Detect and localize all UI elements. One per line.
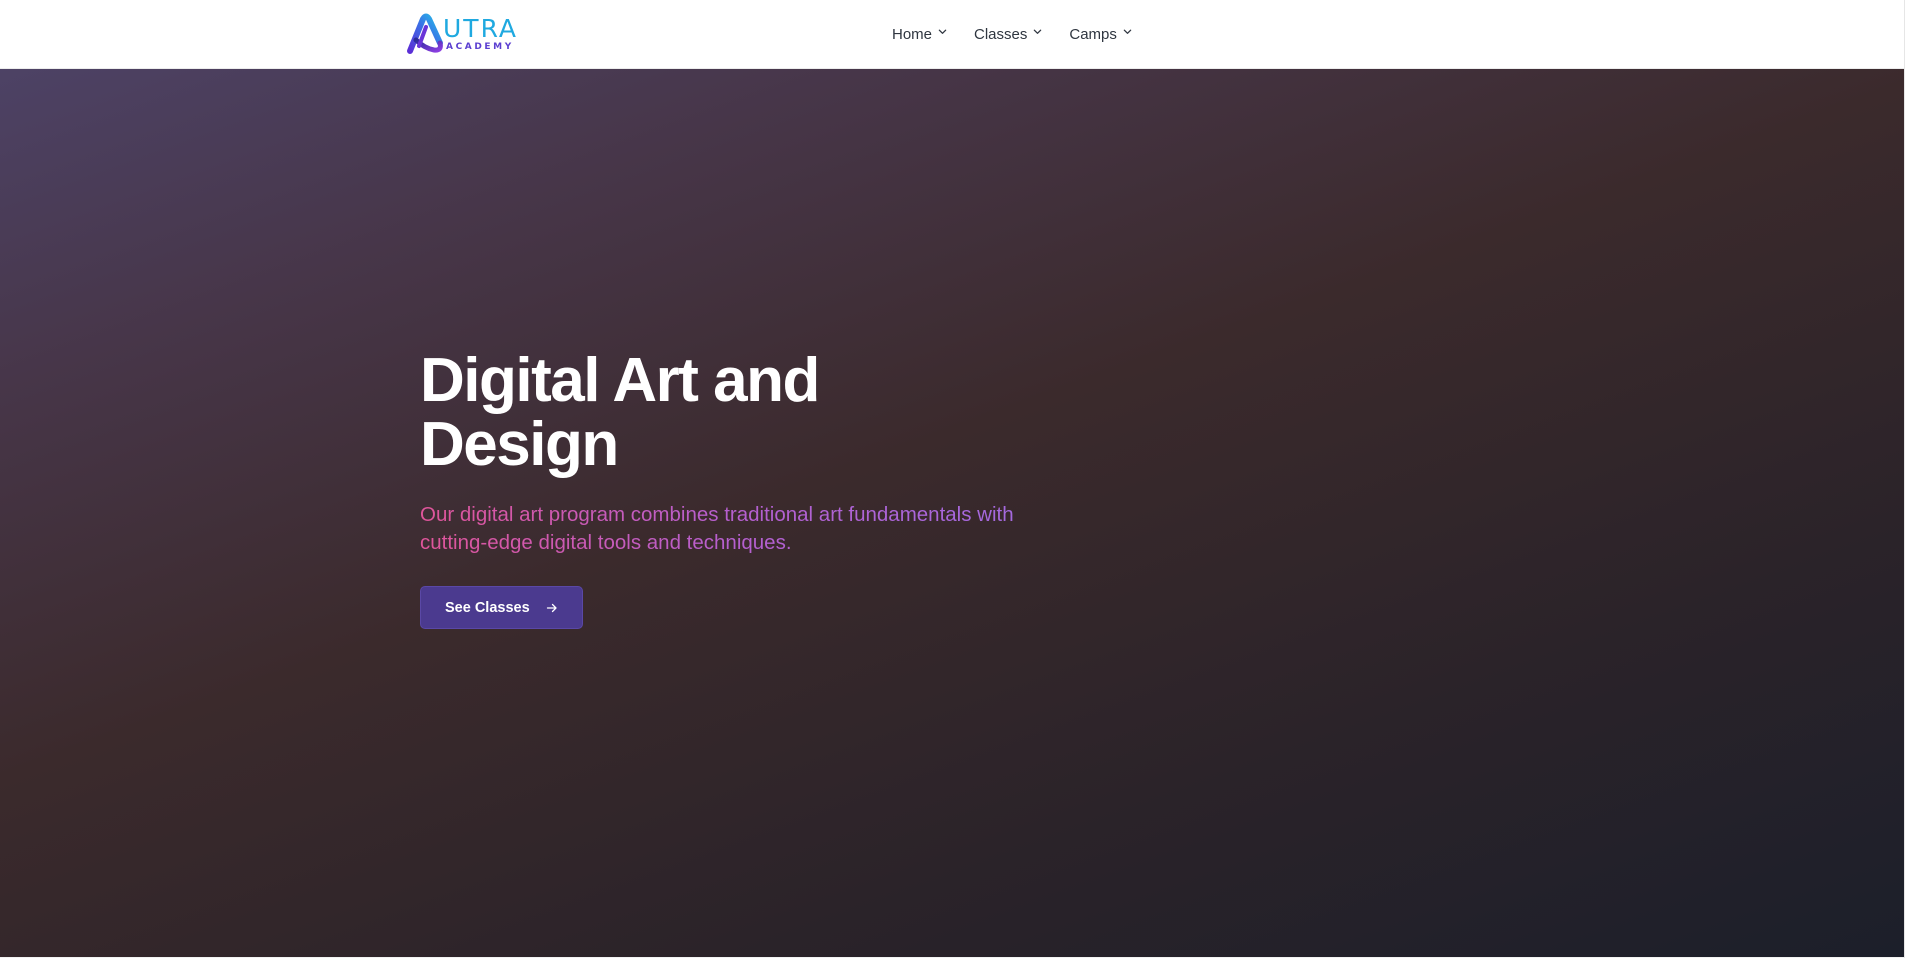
main-nav: Home Classes Camps xyxy=(892,22,1159,46)
nav-item-home[interactable]: Home xyxy=(892,22,947,46)
site-header: UTRA ACADEMY Home Classes Camps xyxy=(0,0,1904,69)
hero-description: Our digital art program combines traditi… xyxy=(420,501,1040,557)
logo-mark-icon xyxy=(407,13,443,54)
see-classes-button[interactable]: See Classes xyxy=(420,586,583,629)
hero-content: Digital Art and Design Our digital art p… xyxy=(420,349,1040,629)
chevron-down-icon xyxy=(1034,29,1042,34)
nav-item-camps[interactable]: Camps xyxy=(1069,22,1132,46)
hero-section: Digital Art and Design Our digital art p… xyxy=(0,69,1904,957)
nav-item-classes[interactable]: Classes xyxy=(974,22,1042,46)
logo-subtitle: ACADEMY xyxy=(446,42,514,52)
nav-item-label: Camps xyxy=(1069,25,1117,43)
nav-item-label: Classes xyxy=(974,25,1028,43)
chevron-down-icon xyxy=(1123,29,1132,34)
hero-title-line-1: Digital Art and xyxy=(420,346,820,415)
nav-item-label: Home xyxy=(892,25,933,43)
logo[interactable]: UTRA ACADEMY xyxy=(406,12,526,56)
chevron-down-icon xyxy=(938,29,947,34)
hero-title: Digital Art and Design xyxy=(420,349,1040,477)
logo-wordmark: UTRA xyxy=(443,14,519,43)
page: UTRA ACADEMY Home Classes Camps Digital … xyxy=(0,0,1905,958)
logo-text: UTRA ACADEMY xyxy=(443,16,518,52)
hero-title-line-2: Design xyxy=(420,410,619,479)
see-classes-label: See Classes xyxy=(445,599,530,616)
arrow-right-icon xyxy=(546,603,557,612)
